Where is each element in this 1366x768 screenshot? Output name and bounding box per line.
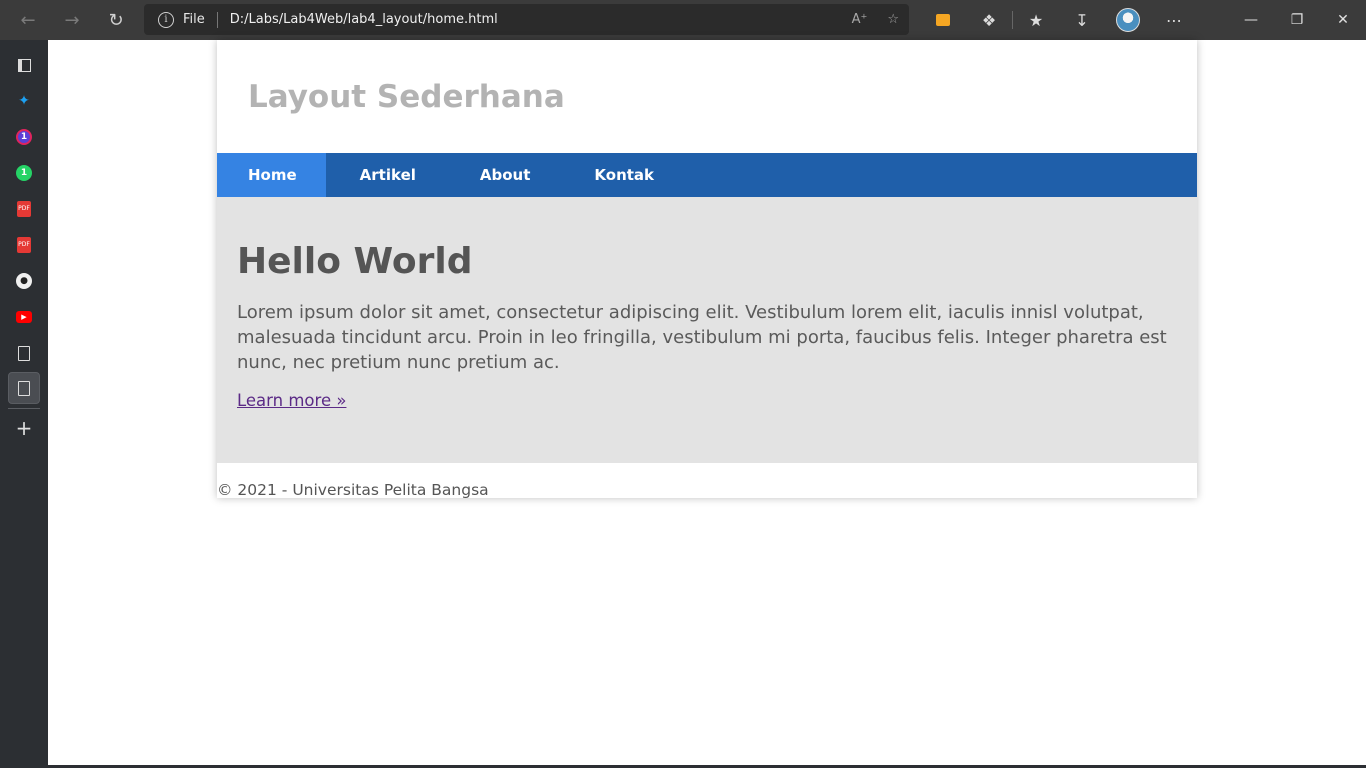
notification-icon: 1 <box>16 129 32 145</box>
sidebar-item-github[interactable]: ● <box>8 265 40 297</box>
url-text[interactable]: D:/Labs/Lab4Web/lab4_layout/home.html <box>230 12 498 27</box>
browser-sidebar: ✦ 1 1 PDF PDF ● ▶ + <box>0 40 48 768</box>
nav-kontak[interactable]: Kontak <box>562 153 686 197</box>
document-icon <box>18 345 30 361</box>
pdf-icon: PDF <box>17 201 31 217</box>
puzzle-icon: ❖ <box>981 10 997 30</box>
youtube-icon: ▶ <box>16 311 32 323</box>
github-icon: ● <box>16 273 32 289</box>
refresh-icon: ↻ <box>108 9 124 31</box>
arrow-right-icon: → <box>64 9 80 31</box>
arrow-left-icon: ← <box>20 9 36 31</box>
site-footer: © 2021 - Universitas Pelita Bangsa <box>217 463 1197 499</box>
sidebar-item-document-2[interactable] <box>8 372 40 404</box>
more-button[interactable]: ⋯ <box>1151 0 1197 40</box>
site-header: Layout Sederhana <box>217 40 1197 153</box>
whatsapp-icon: 1 <box>16 165 32 181</box>
sidebar-item-youtube[interactable]: ▶ <box>8 301 40 333</box>
sidebar-item-add[interactable]: + <box>8 412 40 444</box>
hero-section: Hello World Lorem ipsum dolor sit amet, … <box>217 197 1197 463</box>
hero-heading: Hello World <box>237 241 473 282</box>
address-bar[interactable]: i File D:/Labs/Lab4Web/lab4_layout/home.… <box>144 4 909 35</box>
learn-more-link[interactable]: Learn more » <box>237 391 346 410</box>
close-icon: ✕ <box>1337 12 1349 28</box>
restore-button[interactable]: ❐ <box>1274 0 1320 40</box>
sidebar-item-tab-actions[interactable] <box>8 49 40 81</box>
extensions-button[interactable]: ❖ <box>966 0 1012 40</box>
footer-text: © 2021 - Universitas Pelita Bangsa <box>217 481 489 499</box>
favorites-icon: ★ <box>1028 10 1044 30</box>
sidebar-item-twitter[interactable]: ✦ <box>8 85 40 117</box>
avatar <box>1116 8 1140 32</box>
sidebar-divider <box>8 408 40 409</box>
star-plus-icon[interactable]: ☆ <box>887 12 899 27</box>
sidebar-item-pdf-2[interactable]: PDF <box>8 229 40 261</box>
read-aloud-icon[interactable]: A⁺ <box>852 12 868 27</box>
sidebar-item-document-1[interactable] <box>8 337 40 369</box>
browser-toolbar: ← → ↻ i File D:/Labs/Lab4Web/lab4_layout… <box>0 0 1366 40</box>
close-window-button[interactable]: ✕ <box>1320 0 1366 40</box>
address-prefix: File <box>183 12 205 27</box>
refresh-button[interactable]: ↻ <box>94 0 138 40</box>
extension-button[interactable] <box>920 0 966 40</box>
site-title: Layout Sederhana <box>248 78 565 115</box>
downloads-button[interactable]: ↧ <box>1059 0 1105 40</box>
favorites-button[interactable]: ★ <box>1013 0 1059 40</box>
site-container: Layout Sederhana Home Artikel About Kont… <box>217 40 1197 499</box>
download-icon: ↧ <box>1075 10 1089 30</box>
minimize-icon: — <box>1244 12 1258 28</box>
site-nav: Home Artikel About Kontak <box>217 153 1197 197</box>
profile-button[interactable] <box>1105 0 1151 40</box>
forward-button[interactable]: → <box>50 0 94 40</box>
minimize-button[interactable]: — <box>1228 0 1274 40</box>
pdf-icon: PDF <box>17 237 31 253</box>
nav-about[interactable]: About <box>448 153 563 197</box>
sidebar-item-pdf-1[interactable]: PDF <box>8 193 40 225</box>
restore-icon: ❐ <box>1290 12 1304 28</box>
back-button[interactable]: ← <box>6 0 50 40</box>
more-icon: ⋯ <box>1166 10 1182 30</box>
sidebar-item-whatsapp[interactable]: 1 <box>8 157 40 189</box>
add-icon: + <box>15 416 33 440</box>
page-viewport: Layout Sederhana Home Artikel About Kont… <box>48 40 1366 768</box>
extension-icon <box>936 14 950 26</box>
info-icon[interactable]: i <box>158 11 174 28</box>
nav-home[interactable]: Home <box>217 153 326 197</box>
address-divider <box>216 11 218 28</box>
tab-actions-icon <box>17 58 31 72</box>
sidebar-item-notification[interactable]: 1 <box>8 121 40 153</box>
document-icon <box>18 380 30 396</box>
nav-artikel[interactable]: Artikel <box>326 153 448 197</box>
hero-text: Lorem ipsum dolor sit amet, consectetur … <box>237 302 1167 373</box>
twitter-icon: ✦ <box>18 93 30 109</box>
